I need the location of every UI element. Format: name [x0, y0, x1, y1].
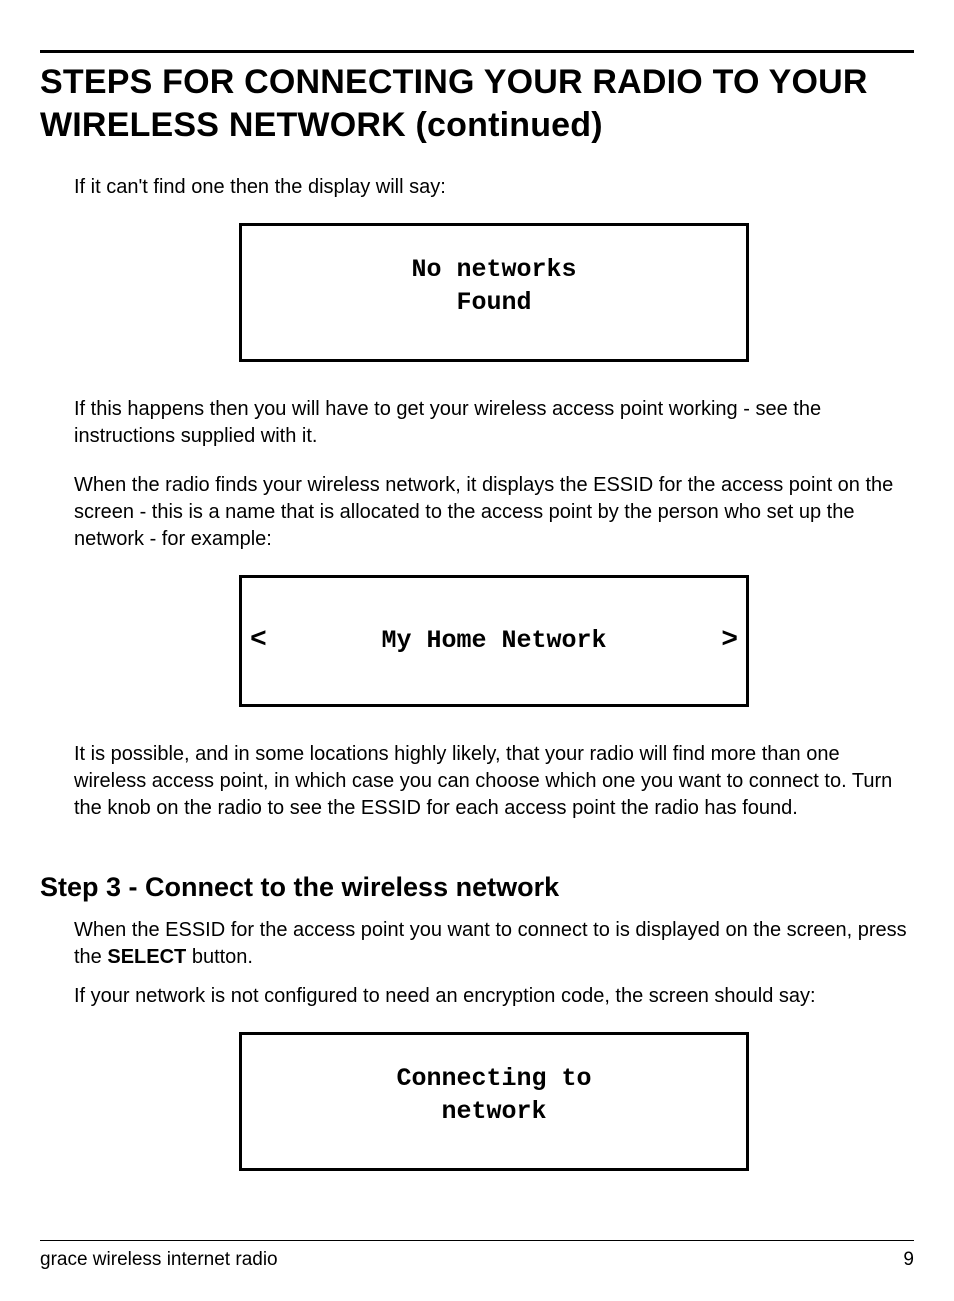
paragraph: When the ESSID for the access point you …: [74, 917, 914, 971]
display-line: My Home Network: [267, 625, 721, 658]
manual-page: STEPS FOR CONNECTING YOUR RADIO TO YOUR …: [0, 0, 954, 1301]
lcd-display-connecting: Connecting to network: [239, 1032, 749, 1171]
display-line: Found: [456, 288, 531, 317]
display-line: No networks: [411, 255, 576, 284]
body-content: When the ESSID for the access point you …: [40, 917, 914, 1171]
paragraph: If your network is not configured to nee…: [74, 983, 914, 1010]
right-arrow-icon: >: [721, 623, 738, 659]
page-number: 9: [903, 1249, 914, 1271]
top-rule: [40, 50, 914, 53]
footer-rule: [40, 1240, 914, 1241]
text-run: button.: [186, 946, 253, 968]
paragraph: It is possible, and in some locations hi…: [74, 741, 914, 822]
paragraph: If it can't find one then the display wi…: [74, 174, 914, 201]
body-content: If it can't find one then the display wi…: [40, 174, 914, 822]
paragraph: When the radio finds your wireless netwo…: [74, 472, 914, 553]
footer-title: grace wireless internet radio: [40, 1249, 278, 1271]
title-line-1: STEPS FOR CONNECTING YOUR RADIO TO YOUR: [40, 63, 868, 101]
step-heading: Step 3 - Connect to the wireless network: [40, 872, 914, 903]
page-title: STEPS FOR CONNECTING YOUR RADIO TO YOUR …: [40, 61, 914, 146]
lcd-display-essid: < My Home Network >: [239, 575, 749, 707]
page-footer: grace wireless internet radio 9: [40, 1240, 914, 1271]
left-arrow-icon: <: [250, 623, 267, 659]
lcd-display-no-networks: No networks Found: [239, 223, 749, 362]
display-line: network: [441, 1097, 546, 1126]
footer-row: grace wireless internet radio 9: [40, 1249, 914, 1271]
title-line-2: WIRELESS NETWORK (continued): [40, 106, 603, 144]
display-line: Connecting to: [396, 1064, 591, 1093]
paragraph: If this happens then you will have to ge…: [74, 396, 914, 450]
select-button-label: SELECT: [107, 946, 186, 968]
